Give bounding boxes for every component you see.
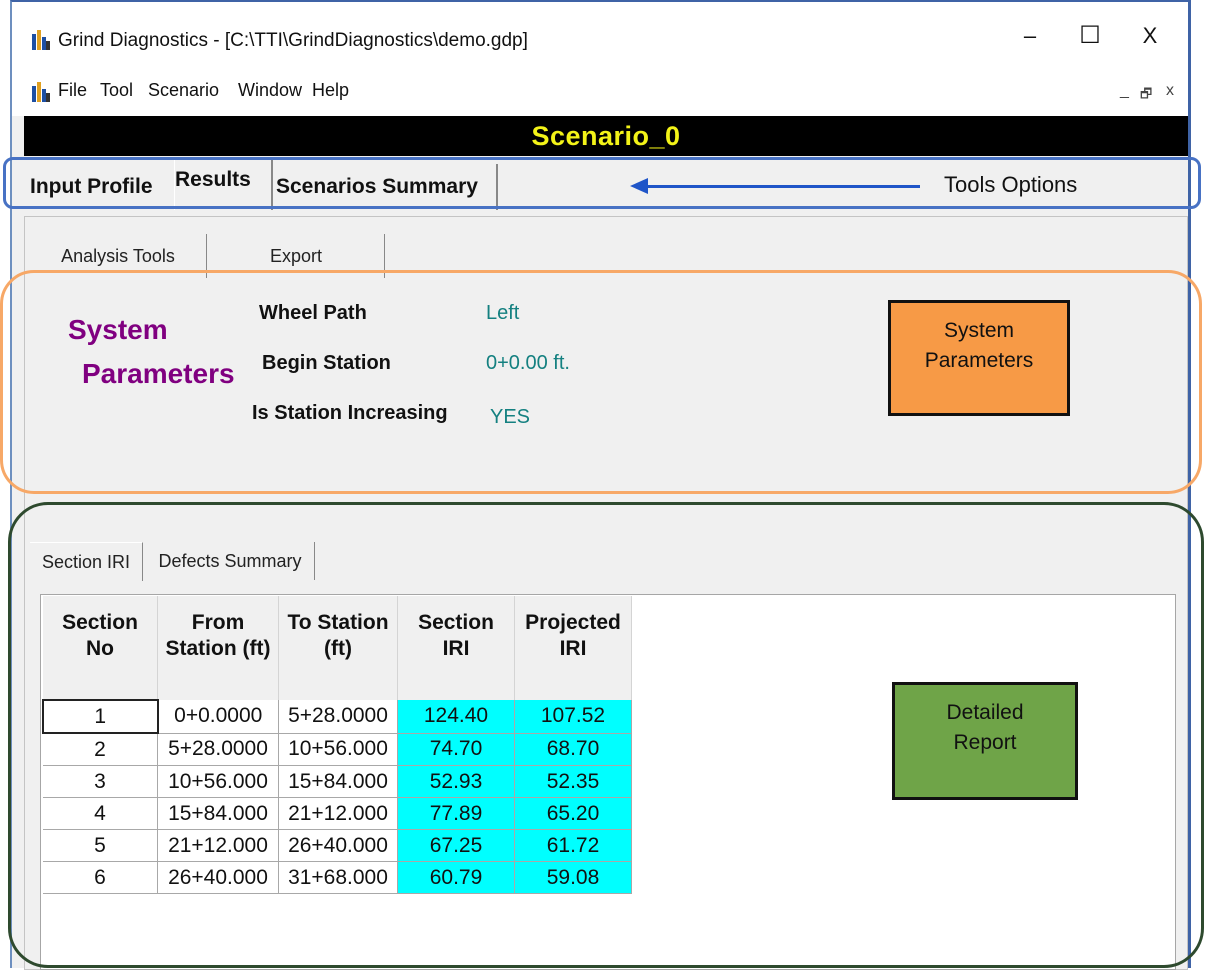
menu-tool[interactable]: Tool: [100, 80, 133, 101]
title-bar: Grind Diagnostics - [C:\TTI\GrindDiagnos…: [12, 2, 1188, 72]
menu-bar: File Tool Scenario Window Help _ 🗗 x: [12, 72, 1188, 116]
system-parameters-highlight: [0, 270, 1202, 494]
menu-help[interactable]: Help: [312, 80, 349, 101]
arrow-head-icon: [630, 178, 648, 194]
menu-file[interactable]: File: [58, 80, 87, 101]
scenario-title: Scenario_0: [531, 121, 681, 151]
close-button[interactable]: X: [1120, 14, 1180, 58]
window-title: Grind Diagnostics - [C:\TTI\GrindDiagnos…: [58, 30, 528, 51]
app-icon: [32, 30, 50, 50]
mdi-restore-button[interactable]: 🗗: [1140, 85, 1152, 107]
maximize-button[interactable]: ☐: [1060, 14, 1120, 58]
scenario-banner: Scenario_0: [24, 116, 1188, 156]
mdi-close-button[interactable]: x: [1166, 82, 1174, 100]
tools-options-label: Tools Options: [944, 172, 1078, 197]
minimize-button[interactable]: –: [1000, 14, 1060, 58]
menu-window[interactable]: Window: [238, 80, 302, 101]
menu-scenario[interactable]: Scenario: [148, 80, 219, 101]
app-icon: [32, 82, 50, 102]
mdi-minimize-button[interactable]: _: [1120, 82, 1129, 100]
arrow-left-icon: [640, 185, 920, 188]
detailed-report-highlight: [8, 502, 1204, 968]
